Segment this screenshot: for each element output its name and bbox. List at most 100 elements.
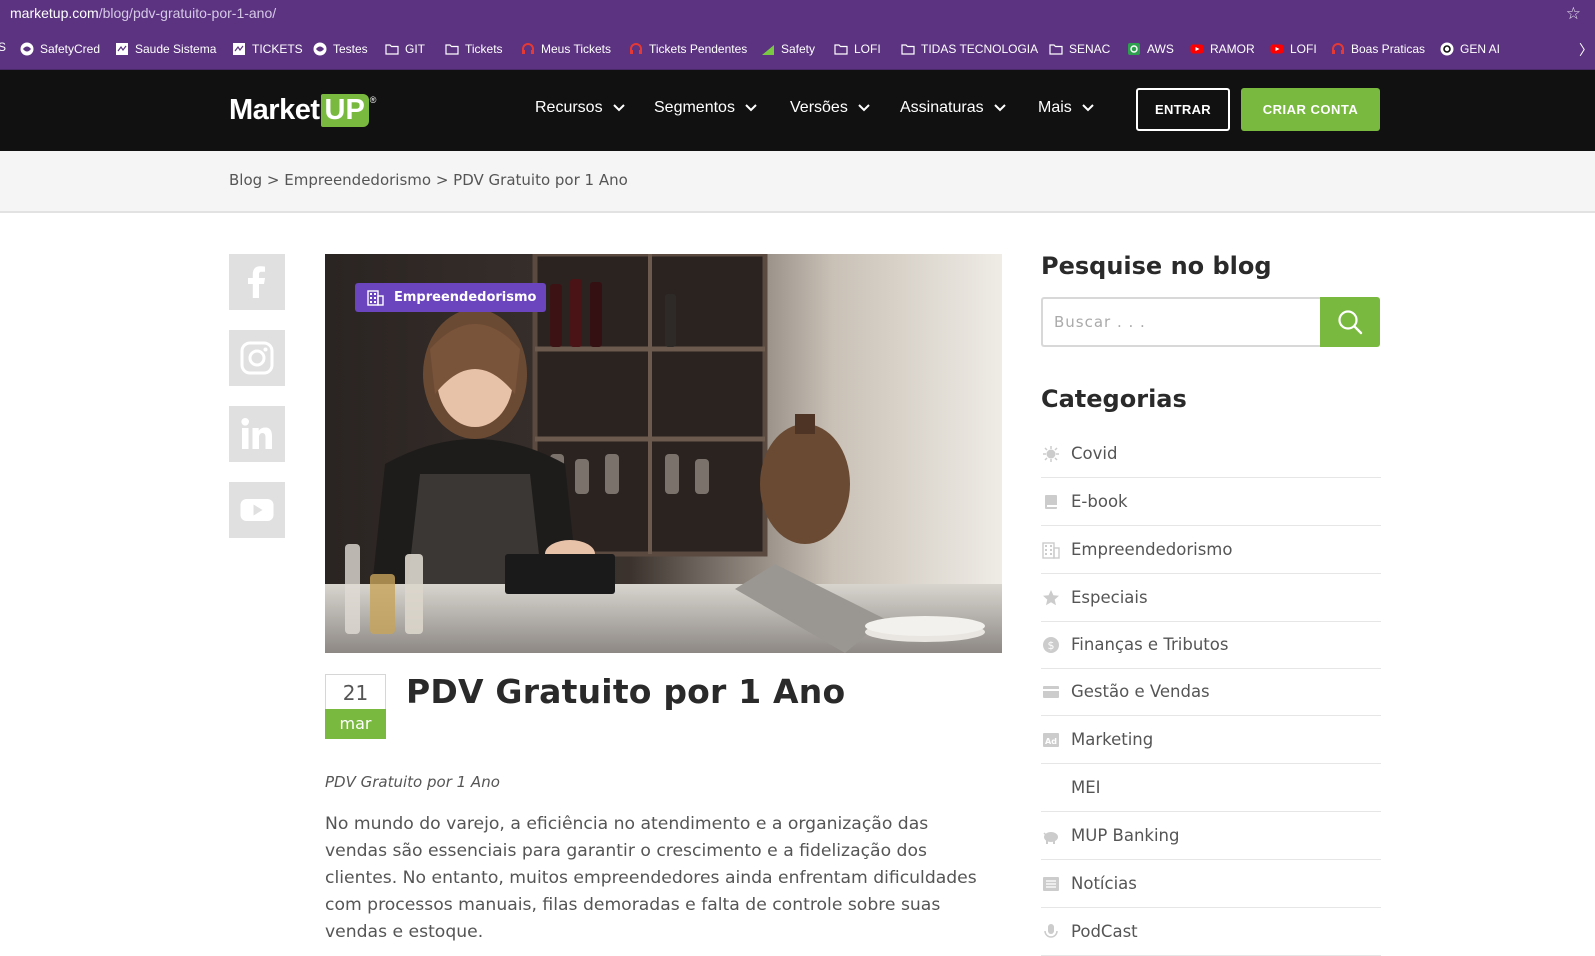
bookmark-lofi-folder[interactable]: LOFI xyxy=(834,41,881,57)
building-icon xyxy=(367,290,384,306)
bookmark-testes[interactable]: Testes xyxy=(313,41,368,57)
category-podcast[interactable]: PodCast xyxy=(1041,908,1381,956)
bookmark-label: Tickets Pendentes xyxy=(649,42,748,56)
linkedin-share-button[interactable] xyxy=(229,406,285,462)
post-date-month: mar xyxy=(325,709,386,739)
category-badge[interactable]: Empreendedorismo xyxy=(355,283,547,312)
bookmarks-bar: S SafetyCred Saude Sistema TICKETS Teste… xyxy=(0,28,1595,70)
criar-conta-button[interactable]: CRIAR CONTA xyxy=(1241,88,1380,131)
bookmark-git[interactable]: GIT xyxy=(385,41,425,57)
youtube-icon xyxy=(1270,42,1284,56)
search-field-wrapper xyxy=(1041,297,1321,347)
bookmark-tidas[interactable]: TIDAS TECNOLOGIA xyxy=(901,41,1038,57)
headset-icon xyxy=(1331,42,1345,56)
category-mei[interactable]: MEI xyxy=(1041,764,1381,812)
nav-label: Segmentos xyxy=(654,99,735,116)
bookmark-lofi-youtube[interactable]: LOFI xyxy=(1270,41,1317,57)
article-title: PDV Gratuito por 1 Ano xyxy=(406,672,846,711)
category-gestao-vendas[interactable]: Gestão e Vendas xyxy=(1041,668,1381,716)
nav-label: Mais xyxy=(1038,99,1072,116)
bookmark-label: TIDAS TECNOLOGIA xyxy=(921,42,1039,56)
bookmark-tickets[interactable]: Tickets xyxy=(445,41,503,57)
book-icon xyxy=(1041,492,1061,512)
category-ebook[interactable]: E-book xyxy=(1041,478,1381,526)
category-label: Especiais xyxy=(1071,588,1148,607)
category-covid[interactable]: Covid xyxy=(1041,430,1381,478)
empty-icon-slot xyxy=(1041,778,1061,798)
bookmark-label: GIT xyxy=(405,42,425,56)
category-badge-label: Empreendedorismo xyxy=(394,290,537,305)
bookmark-aws[interactable]: AWS xyxy=(1127,41,1174,57)
marketup-logo[interactable]: Market UP ® xyxy=(229,93,376,127)
youtube-icon xyxy=(240,499,274,521)
bookmark-ramor[interactable]: RAMOR xyxy=(1190,41,1255,57)
folder-icon xyxy=(901,42,915,56)
nav-mais[interactable]: Mais xyxy=(1038,99,1094,117)
cafe-cashier-photo xyxy=(325,254,1002,653)
card-icon xyxy=(1041,682,1061,702)
facebook-share-button[interactable] xyxy=(229,254,285,310)
bookmark-boas-praticas[interactable]: Boas Praticas xyxy=(1331,41,1425,57)
category-financas-tributos[interactable]: $ Finanças e Tributos xyxy=(1041,621,1381,669)
openai-icon xyxy=(1440,42,1454,56)
instagram-share-button[interactable] xyxy=(229,330,285,386)
category-label: Empreendedorismo xyxy=(1071,540,1233,559)
category-especiais[interactable]: Especiais xyxy=(1041,574,1381,622)
bookmark-gen-ai[interactable]: GEN AI xyxy=(1440,41,1500,57)
folder-icon xyxy=(1049,42,1063,56)
entrar-button[interactable]: ENTRAR xyxy=(1136,88,1230,131)
category-marketing[interactable]: Ad Marketing xyxy=(1041,716,1381,764)
nav-label: Recursos xyxy=(535,99,603,116)
bookmark-meus-tickets[interactable]: Meus Tickets xyxy=(521,41,611,57)
bookmark-saude-sistema[interactable]: Saude Sistema xyxy=(115,41,216,57)
search-input[interactable] xyxy=(1043,299,1321,345)
post-date: 21 mar xyxy=(325,674,386,739)
chevron-down-icon xyxy=(745,104,757,112)
search-button[interactable] xyxy=(1320,297,1380,347)
breadcrumb-bar: Blog > Empreendedorismo > PDV Gratuito p… xyxy=(0,151,1595,213)
bookmark-star-icon[interactable]: ☆ xyxy=(1566,4,1581,24)
article-hero-image xyxy=(325,254,1002,653)
bookmark-safety[interactable]: Safety xyxy=(761,41,815,57)
ad-icon: Ad xyxy=(1041,730,1061,750)
bookmark-senac[interactable]: SENAC xyxy=(1049,41,1110,57)
linkedin-icon xyxy=(241,418,272,449)
url-path: /blog/pdv-gratuito-por-1-ano/ xyxy=(98,5,277,21)
logo-market-text: Market xyxy=(229,93,320,126)
newspaper-icon xyxy=(1041,874,1061,894)
youtube-share-button[interactable] xyxy=(229,482,285,538)
search-icon xyxy=(1338,310,1363,335)
bookmark-label: RAMOR xyxy=(1210,42,1255,56)
bookmark-label: LOFI xyxy=(854,42,881,56)
bookmark-overflow-left[interactable]: S xyxy=(0,40,6,54)
article-body: No mundo do varejo, a eficiência no aten… xyxy=(325,814,977,942)
nav-recursos[interactable]: Recursos xyxy=(535,99,625,117)
piggy-bank-icon xyxy=(1041,826,1061,846)
search-heading: Pesquise no blog xyxy=(1041,252,1272,280)
chevron-down-icon xyxy=(612,104,625,112)
folder-icon xyxy=(385,42,399,56)
folder-icon xyxy=(834,42,848,56)
green-app-icon xyxy=(1127,42,1141,56)
nav-segmentos[interactable]: Segmentos xyxy=(654,99,757,117)
page-icon xyxy=(232,42,246,56)
bookmark-safetycred[interactable]: SafetyCred xyxy=(20,41,100,57)
browser-address-bar[interactable]: marketup.com/blog/pdv-gratuito-por-1-ano… xyxy=(0,0,1595,28)
category-empreendedorismo[interactable]: Empreendedorismo xyxy=(1041,526,1381,574)
bookmark-tickets-upper[interactable]: TICKETS xyxy=(232,41,303,57)
bookmark-tickets-pendentes[interactable]: Tickets Pendentes xyxy=(629,41,747,57)
article-subtitle: PDV Gratuito por 1 Ano xyxy=(325,773,500,791)
bookmark-label: SENAC xyxy=(1069,42,1111,56)
bookmark-label: LOFI xyxy=(1290,42,1317,56)
category-mup-banking[interactable]: MUP Banking xyxy=(1041,812,1381,860)
bookmark-label: Saude Sistema xyxy=(135,42,217,56)
headset-icon xyxy=(629,42,643,56)
chevron-down-icon xyxy=(993,104,1006,112)
nav-assinaturas[interactable]: Assinaturas xyxy=(900,99,1006,117)
url-text[interactable]: marketup.com/blog/pdv-gratuito-por-1-ano… xyxy=(10,5,276,21)
nav-versoes[interactable]: Versões xyxy=(790,99,870,117)
bookmark-overflow-right[interactable]: 〉 xyxy=(1579,40,1593,60)
chevron-down-icon xyxy=(858,104,870,112)
category-noticias[interactable]: Notícias xyxy=(1041,860,1381,908)
breadcrumb[interactable]: Blog > Empreendedorismo > PDV Gratuito p… xyxy=(229,171,628,189)
